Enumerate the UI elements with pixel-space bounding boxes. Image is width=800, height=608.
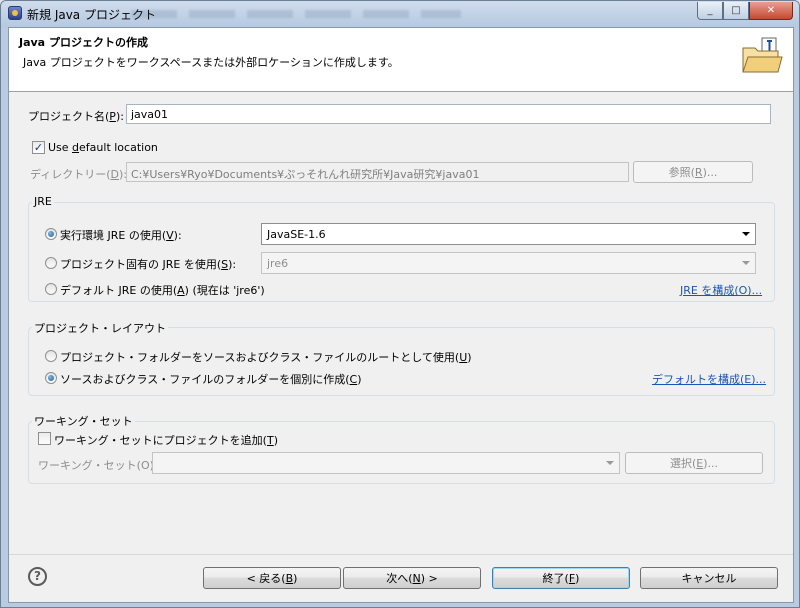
jre-execution-env-radio[interactable] xyxy=(45,228,57,240)
layout-single-root-label: プロジェクト・フォルダーをソースおよびクラス・ファイルのルートとして使用(U) xyxy=(60,351,472,364)
back-button[interactable]: < 戻る(B) xyxy=(203,567,341,589)
add-to-working-set-checkbox[interactable] xyxy=(38,432,51,445)
wizard-page-message: Java プロジェクトをワークスペースまたは外部ロケーションに作成します。 xyxy=(23,56,399,69)
finish-button[interactable]: 終了(F) xyxy=(492,567,630,589)
add-to-working-set-label: ワーキング・セットにプロジェクトを追加(T) xyxy=(54,434,278,447)
jre-project-specific-label: プロジェクト固有の JRE を使用(S): xyxy=(60,258,237,271)
jre-group-title: JRE xyxy=(32,195,54,208)
directory-input[interactable]: C:¥Users¥Ryo¥Documents¥ぷっそれんれ研究所¥Java研究¥… xyxy=(126,162,629,182)
jre-execution-env-label: 実行環境 JRE の使用(V): xyxy=(60,229,182,242)
project-name-label: プロジェクト名(P): xyxy=(28,110,124,123)
title-bar[interactable]: 新規 Java プロジェクト _ □ ✕ xyxy=(1,1,799,27)
directory-label: ディレクトリー(D): xyxy=(30,168,128,181)
working-sets-label: ワーキング・セット(O): xyxy=(38,459,158,472)
use-default-location-label: Use default location xyxy=(48,141,158,154)
background-window-menu-ghost xyxy=(131,10,461,18)
jre-default-radio[interactable] xyxy=(45,283,57,295)
configure-jre-link[interactable]: JRE を構成(O)... xyxy=(680,282,762,298)
close-button[interactable]: ✕ xyxy=(749,2,793,20)
layout-separate-folders-radio[interactable] xyxy=(45,372,57,384)
wizard-page-title: Java プロジェクトの作成 xyxy=(19,36,148,49)
dialog-client-area: Java プロジェクトの作成 Java プロジェクトをワークスペースまたは外部ロ… xyxy=(8,27,794,603)
app-icon xyxy=(8,6,22,20)
jre-project-specific-radio[interactable] xyxy=(45,257,57,269)
jre-default-label: デフォルト JRE の使用(A) (現在は 'jre6') xyxy=(60,284,265,297)
browse-button[interactable]: 参照(R)... xyxy=(633,161,753,183)
chevron-down-icon xyxy=(742,261,750,265)
window-controls: _ □ ✕ xyxy=(697,2,793,20)
working-set-group-title: ワーキング・セット xyxy=(32,413,135,429)
dialog-window: 新規 Java プロジェクト _ □ ✕ Java プロジェクトの作成 Java… xyxy=(0,0,800,608)
cancel-button[interactable]: キャンセル xyxy=(640,567,778,589)
chevron-down-icon xyxy=(742,232,750,236)
chevron-down-icon xyxy=(606,461,614,465)
configure-default-link[interactable]: デフォルトを構成(E)... xyxy=(652,371,766,387)
help-icon[interactable]: ? xyxy=(28,567,47,586)
layout-separate-folders-label: ソースおよびクラス・ファイルのフォルダーを個別に作成(C) xyxy=(60,373,362,386)
working-sets-select[interactable] xyxy=(152,452,620,474)
maximize-button[interactable]: □ xyxy=(723,2,749,20)
wizard-header: Java プロジェクトの作成 Java プロジェクトをワークスペースまたは外部ロ… xyxy=(9,28,793,92)
use-default-location-checkbox[interactable]: ✓ xyxy=(32,141,45,154)
execution-env-select[interactable]: JavaSE-1.6 xyxy=(261,223,756,245)
new-java-project-folder-icon xyxy=(742,37,783,73)
select-working-set-button[interactable]: 選択(E)... xyxy=(625,452,763,474)
project-name-input[interactable]: java01 xyxy=(126,104,771,124)
minimize-button[interactable]: _ xyxy=(697,2,723,20)
project-jre-select[interactable]: jre6 xyxy=(261,252,756,274)
project-layout-group-title: プロジェクト・レイアウト xyxy=(32,320,168,336)
footer-separator xyxy=(9,554,793,555)
next-button[interactable]: 次へ(N) > xyxy=(343,567,481,589)
layout-single-root-radio[interactable] xyxy=(45,350,57,362)
